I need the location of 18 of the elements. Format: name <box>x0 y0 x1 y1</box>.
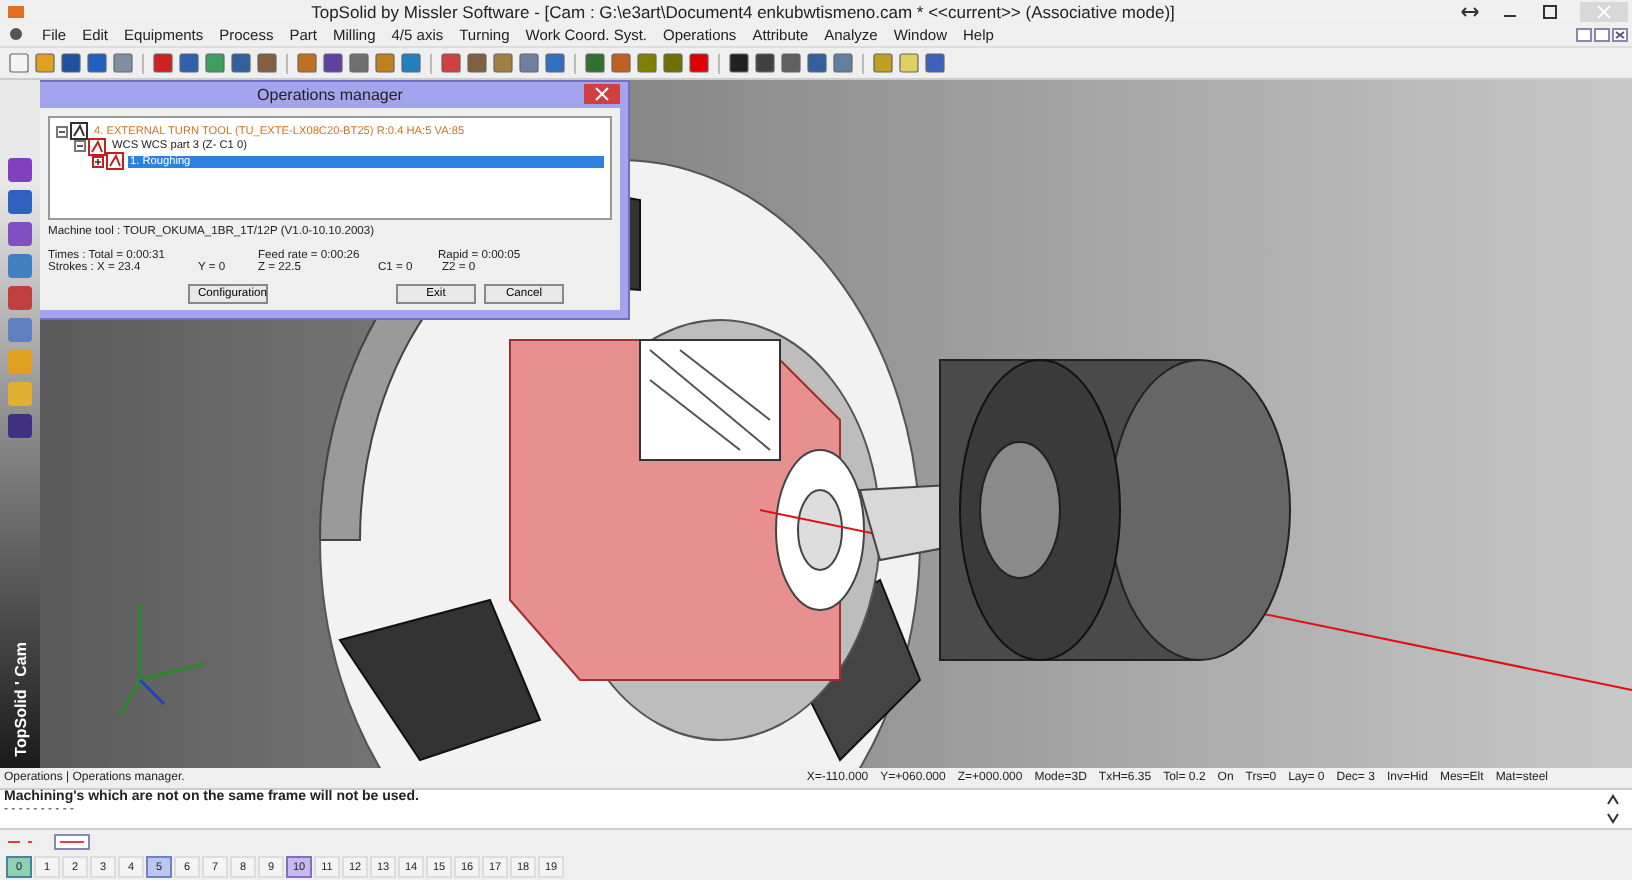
scroll-down-icon[interactable] <box>1606 812 1620 825</box>
product-label: TopSolid ' Cam <box>11 641 29 756</box>
tool-icon <box>70 122 90 141</box>
dialog-title: Operations manager <box>257 86 403 104</box>
maximize-icon[interactable] <box>1540 3 1560 19</box>
coordinate-icon <box>88 137 108 156</box>
window-title: TopSolid by Missler Software - [Cam : G:\e3art\Document4 enkubwtismeno.cam * <<current>> (Associative mode)] <box>309 1 1177 21</box>
close-icon[interactable] <box>584 84 620 104</box>
axis-triad-icon <box>118 602 206 718</box>
restore-icon[interactable] <box>1460 3 1480 19</box>
app-logo-icon <box>6 3 26 19</box>
line-style-icon[interactable] <box>54 834 90 850</box>
scroll-up-icon[interactable] <box>1606 793 1620 806</box>
collapse-icon[interactable] <box>74 140 86 153</box>
expand-icon[interactable] <box>92 155 104 168</box>
close-icon[interactable] <box>1612 27 1628 41</box>
operation-icon <box>106 152 126 171</box>
collapse-icon[interactable] <box>56 125 68 138</box>
